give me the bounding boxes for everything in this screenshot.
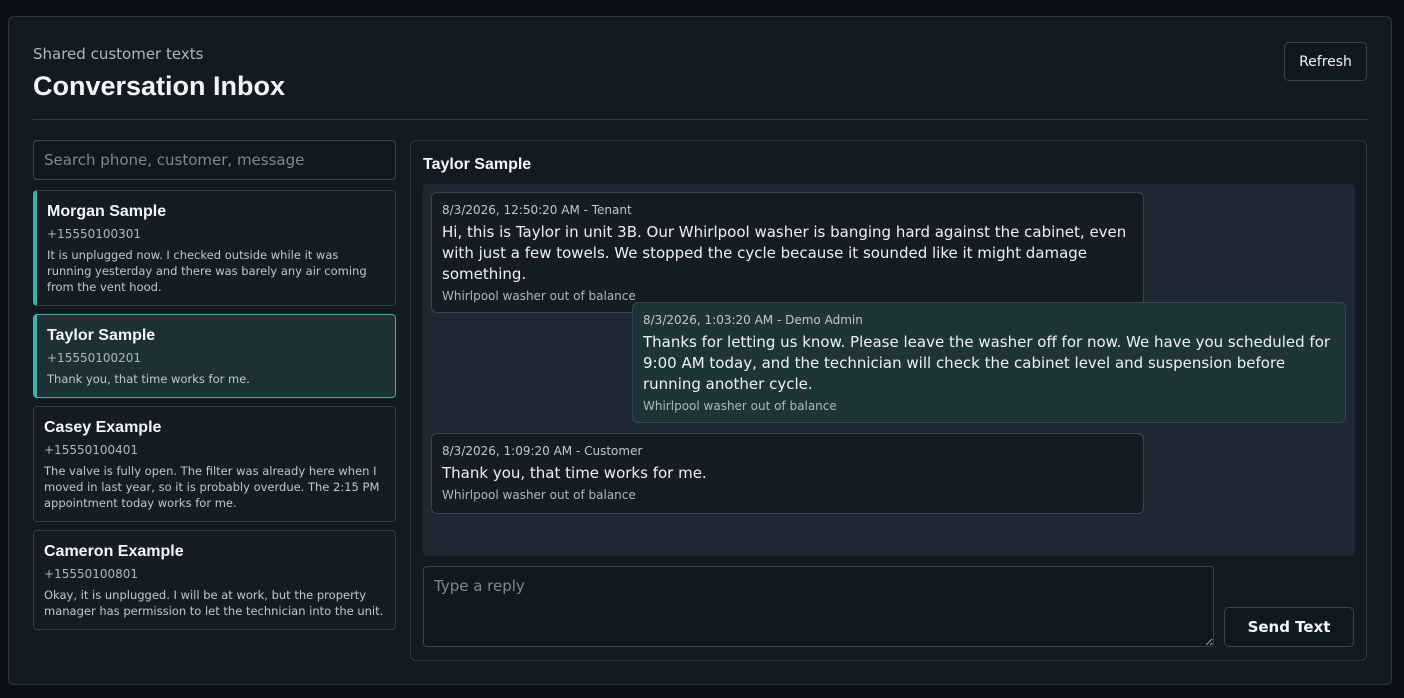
message-list[interactable]: 8/3/2026, 12:50:20 AM - Tenant Hi, this … bbox=[423, 184, 1355, 556]
send-text-button[interactable]: Send Text bbox=[1224, 607, 1354, 647]
thread-title: Taylor Sample bbox=[423, 156, 532, 173]
conversation-item-casey[interactable]: Casey Example +15550100401 The valve is … bbox=[33, 406, 396, 522]
conversation-preview: The valve is fully open. The filter was … bbox=[44, 464, 380, 510]
conversation-name: Casey Example bbox=[44, 419, 162, 436]
page-eyebrow: Shared customer texts bbox=[33, 45, 204, 63]
conversation-preview: Thank you, that time works for me. bbox=[47, 372, 250, 386]
conversation-item-taylor[interactable]: Taylor Sample +15550100201 Thank you, th… bbox=[33, 314, 396, 398]
conversation-list: Morgan Sample +15550100301 It is unplugg… bbox=[33, 190, 396, 638]
conversation-name: Taylor Sample bbox=[47, 327, 156, 344]
conversation-preview: Okay, it is unplugged. I will be at work… bbox=[44, 588, 384, 618]
search-input[interactable] bbox=[33, 140, 396, 180]
conversation-preview: It is unplugged now. I checked outside w… bbox=[47, 248, 367, 294]
message-outgoing: 8/3/2026, 1:03:20 AM - Demo Admin Thanks… bbox=[632, 302, 1346, 423]
message-topic: Whirlpool washer out of balance bbox=[643, 399, 837, 413]
message-topic: Whirlpool washer out of balance bbox=[442, 289, 636, 303]
message-meta: 8/3/2026, 1:03:20 AM - Demo Admin bbox=[643, 313, 863, 327]
conversation-item-cameron[interactable]: Cameron Example +15550100801 Okay, it is… bbox=[33, 530, 396, 630]
conversation-phone: +15550100401 bbox=[44, 443, 139, 457]
inbox-panel: Shared customer texts Conversation Inbox… bbox=[8, 16, 1392, 685]
message-incoming: 8/3/2026, 1:09:20 AM - Customer Thank yo… bbox=[431, 433, 1144, 514]
conversation-phone: +15550100301 bbox=[47, 227, 142, 241]
refresh-button[interactable]: Refresh bbox=[1284, 42, 1367, 81]
conversation-phone: +15550100801 bbox=[44, 567, 139, 581]
message-meta: 8/3/2026, 12:50:20 AM - Tenant bbox=[442, 203, 632, 217]
conversation-item-morgan[interactable]: Morgan Sample +15550100301 It is unplugg… bbox=[33, 190, 396, 306]
message-incoming: 8/3/2026, 12:50:20 AM - Tenant Hi, this … bbox=[431, 192, 1144, 313]
message-body: Thank you, that time works for me. bbox=[442, 464, 707, 482]
conversation-name: Cameron Example bbox=[44, 543, 184, 560]
conversation-name: Morgan Sample bbox=[47, 203, 167, 220]
message-body: Hi, this is Taylor in unit 3B. Our Whirl… bbox=[442, 223, 1127, 283]
message-meta: 8/3/2026, 1:09:20 AM - Customer bbox=[442, 444, 643, 458]
thread-panel: Taylor Sample 8/3/2026, 12:50:20 AM - Te… bbox=[410, 140, 1367, 661]
message-body: Thanks for letting us know. Please leave… bbox=[643, 333, 1331, 393]
conversation-phone: +15550100201 bbox=[47, 351, 142, 365]
reply-textarea[interactable] bbox=[423, 566, 1214, 647]
message-topic: Whirlpool washer out of balance bbox=[442, 488, 636, 502]
page-title: Conversation Inbox bbox=[33, 71, 286, 101]
header-divider bbox=[33, 119, 1367, 120]
